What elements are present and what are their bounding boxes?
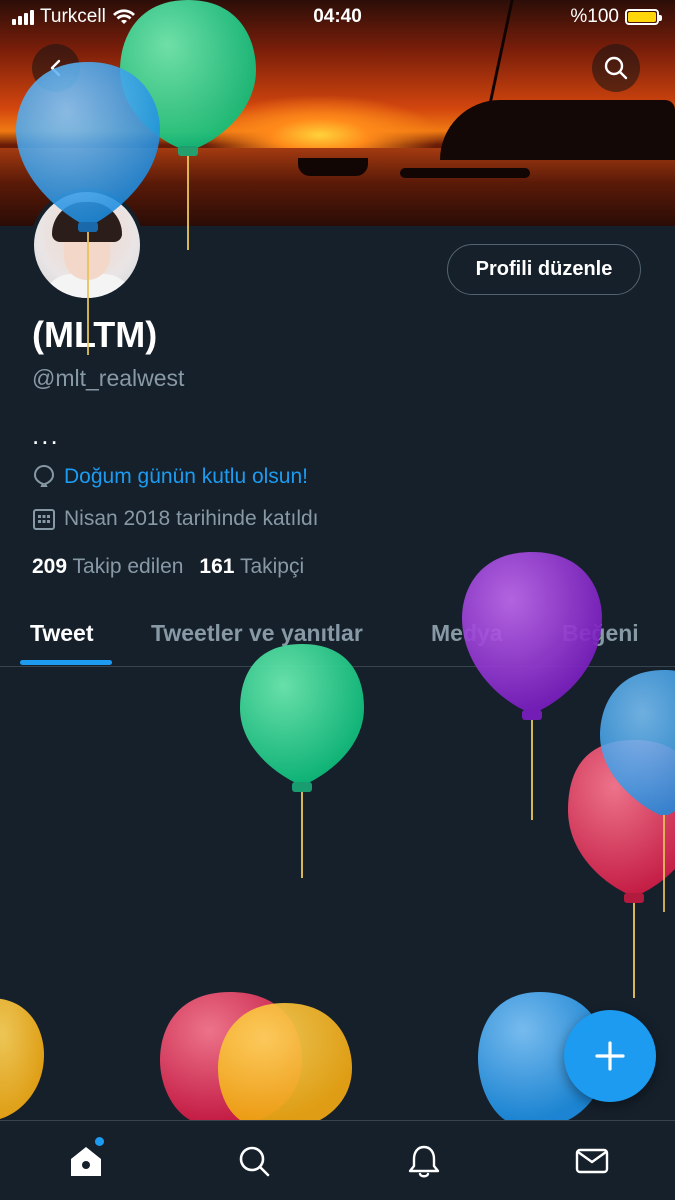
wifi-icon — [112, 9, 135, 24]
follow-stats: 209 Takip edilen 161 Takipçi — [32, 555, 304, 579]
tab-tweet[interactable]: Tweet — [30, 600, 93, 666]
birthday-text[interactable]: Doğum günün kutlu olsun! — [64, 465, 308, 489]
banner-boat — [298, 158, 368, 176]
carrier-label: Turkcell — [40, 6, 106, 27]
profile-bio: ... — [32, 420, 60, 450]
profile-tabs: Tweet Tweetler ve yanıtlar Medya Beğeni — [0, 600, 675, 667]
tab-tweets-and-replies[interactable]: Tweetler ve yanıtlar — [151, 600, 363, 666]
following-link[interactable]: 209 Takip edilen — [32, 555, 183, 579]
search-button[interactable] — [592, 44, 640, 92]
nav-home[interactable] — [64, 1137, 108, 1183]
profile-handle: @mlt_realwest — [32, 365, 185, 391]
battery-percent: %100 — [570, 6, 619, 27]
nav-messages[interactable] — [570, 1139, 614, 1183]
profile-name: (MLTM) — [32, 314, 158, 355]
status-bar: Turkcell 04:40 %100 — [0, 0, 675, 34]
bottom-nav — [0, 1120, 675, 1200]
signal-icon — [12, 9, 34, 25]
calendar-icon — [33, 509, 55, 530]
back-button[interactable] — [32, 44, 80, 92]
birthday-row: Doğum günün kutlu olsun! — [32, 464, 308, 490]
compose-tweet-button[interactable] — [564, 1010, 656, 1102]
edit-profile-button[interactable]: Profili düzenle — [447, 244, 641, 295]
following-count: 209 — [32, 555, 68, 578]
home-icon — [71, 1147, 101, 1176]
search-icon — [239, 1146, 270, 1177]
following-label: Takip edilen — [72, 555, 184, 578]
joined-text: Nisan 2018 tarihinde katıldı — [64, 507, 319, 530]
tab-indicator — [20, 660, 112, 665]
balloon-icon — [33, 464, 55, 487]
tab-likes[interactable]: Beğeni — [562, 600, 639, 666]
joined-row: Nisan 2018 tarihinde katıldı — [32, 507, 319, 531]
followers-count: 161 — [199, 555, 235, 578]
mail-icon — [575, 1148, 609, 1174]
followers-link[interactable]: 161 Takipçi — [199, 555, 304, 579]
nav-explore[interactable] — [232, 1139, 276, 1183]
battery-icon — [625, 9, 662, 25]
nav-notifications[interactable] — [402, 1139, 446, 1183]
notification-dot — [95, 1137, 104, 1146]
plus-icon — [595, 1041, 625, 1071]
banner-island — [440, 100, 675, 160]
bell-icon — [408, 1145, 440, 1178]
search-icon — [604, 56, 628, 80]
avatar[interactable] — [30, 188, 144, 302]
tab-media[interactable]: Medya — [431, 600, 503, 666]
followers-label: Takipçi — [239, 555, 305, 578]
banner-boat-2 — [400, 168, 530, 178]
back-arrow-icon — [50, 59, 61, 77]
